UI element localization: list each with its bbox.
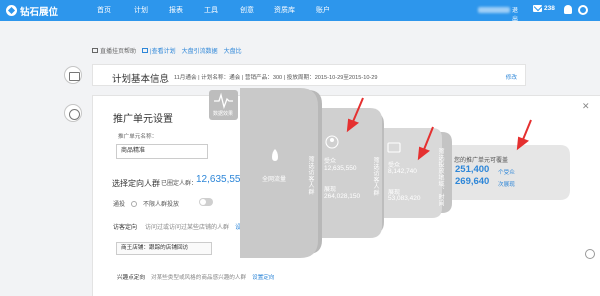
diamond-logo-icon [6, 5, 17, 16]
unit-settings-panel: 推广单元设置 ✕ [92, 95, 600, 296]
folder-icon[interactable] [64, 66, 82, 84]
general-targeting-row: 通投 不限人群投放 [113, 199, 179, 208]
unit-name-input[interactable]: 商品精准 [116, 144, 208, 159]
target-count: 12,635,550 [196, 174, 247, 185]
plan-info-card: 计划基本信息 11月通会 | 计划名称：通会 | 营销产品：300 | 投放周期… [92, 64, 526, 86]
messages[interactable]: 238 [533, 5, 555, 12]
tab-traffic-data[interactable]: 大盘引流数据 [182, 46, 218, 55]
unit-name-label: 推广单元名称： [118, 134, 158, 140]
nav-tools[interactable]: 工具 [204, 0, 218, 21]
nav-creative[interactable]: 创意 [240, 0, 254, 21]
bell-icon[interactable] [564, 5, 572, 14]
tab-view-plan[interactable]: |查看计划 [142, 46, 176, 55]
general-radio[interactable] [131, 200, 138, 207]
shop-targeting-row: 访客定向 访问过或访问过某些店铺的人群 设置定向 [113, 222, 259, 231]
tab-label: 直播挂页帮助 [100, 48, 137, 55]
shop-select-button[interactable]: 商王店铺：跟踪的店铺回访 [116, 242, 212, 255]
nav-home[interactable]: 首页 [97, 0, 111, 21]
general-toggle[interactable] [199, 198, 213, 206]
interest-targeting-row: 兴趣点定向 对某些类型或风格的商品感兴趣的人群 设置定向 [117, 273, 274, 281]
shop-desc: 访问过或访问过某些店铺的人群 [145, 225, 230, 231]
nav-qualification[interactable]: 资质库 [274, 0, 295, 21]
username-blurred [478, 7, 510, 13]
general-option: 不限人群投放 [143, 202, 180, 208]
tab-market[interactable]: 大盘比 [224, 46, 242, 55]
help-icon[interactable] [585, 249, 595, 259]
user-menu[interactable]: 退出 [478, 6, 522, 23]
interest-label: 兴趣点定向 [117, 275, 145, 281]
interest-desc: 对某些类型或风格的商品感兴趣的人群 [150, 275, 247, 281]
sub-tabs: 直播挂页帮助 |查看计划 大盘引流数据 大盘比 [92, 45, 242, 55]
tab-label: 大盘比 [223, 48, 242, 55]
nav-plan[interactable]: 计划 [134, 0, 148, 21]
plan-title: 计划基本信息 [112, 74, 170, 85]
logo-text: 钻石展位 [20, 6, 59, 18]
doc-icon [142, 47, 149, 53]
message-count: 238 [544, 5, 555, 12]
shop-set-link[interactable]: 设置定向 [235, 225, 259, 231]
tab-label: 大盘引流数据 [181, 48, 218, 55]
plan-edit-link[interactable]: 修改 [506, 73, 517, 81]
target-count-label: 已圈定人群： [161, 181, 198, 187]
top-nav: 钻石展位 首页 计划 报表 工具 创意 资质库 账户 退出 238 [0, 0, 600, 23]
tab-help[interactable]: 直播挂页帮助 [92, 46, 136, 55]
shop-label: 访客定向 [113, 225, 138, 231]
nav-account[interactable]: 账户 [316, 0, 330, 21]
general-label: 通投 [113, 202, 126, 208]
interest-set-link[interactable]: 设置定向 [252, 275, 274, 281]
doc-icon [92, 47, 98, 53]
plan-meta: 11月通会 | 计划名称：通会 | 营销产品：300 | 投放周期：2015-1… [174, 75, 378, 81]
panel-title: 推广单元设置 [113, 114, 173, 125]
mail-icon [533, 5, 542, 12]
tab-label: |查看计划 [150, 48, 176, 55]
logo[interactable]: 钻石展位 [6, 4, 59, 18]
target-crowd-label: 选择定向人群 [112, 179, 160, 188]
close-icon[interactable]: ✕ [582, 101, 590, 112]
nav-report[interactable]: 报表 [169, 0, 183, 21]
headset-icon[interactable] [64, 104, 82, 122]
gear-icon[interactable] [578, 5, 588, 15]
logout-link[interactable]: 退出 [512, 5, 522, 23]
